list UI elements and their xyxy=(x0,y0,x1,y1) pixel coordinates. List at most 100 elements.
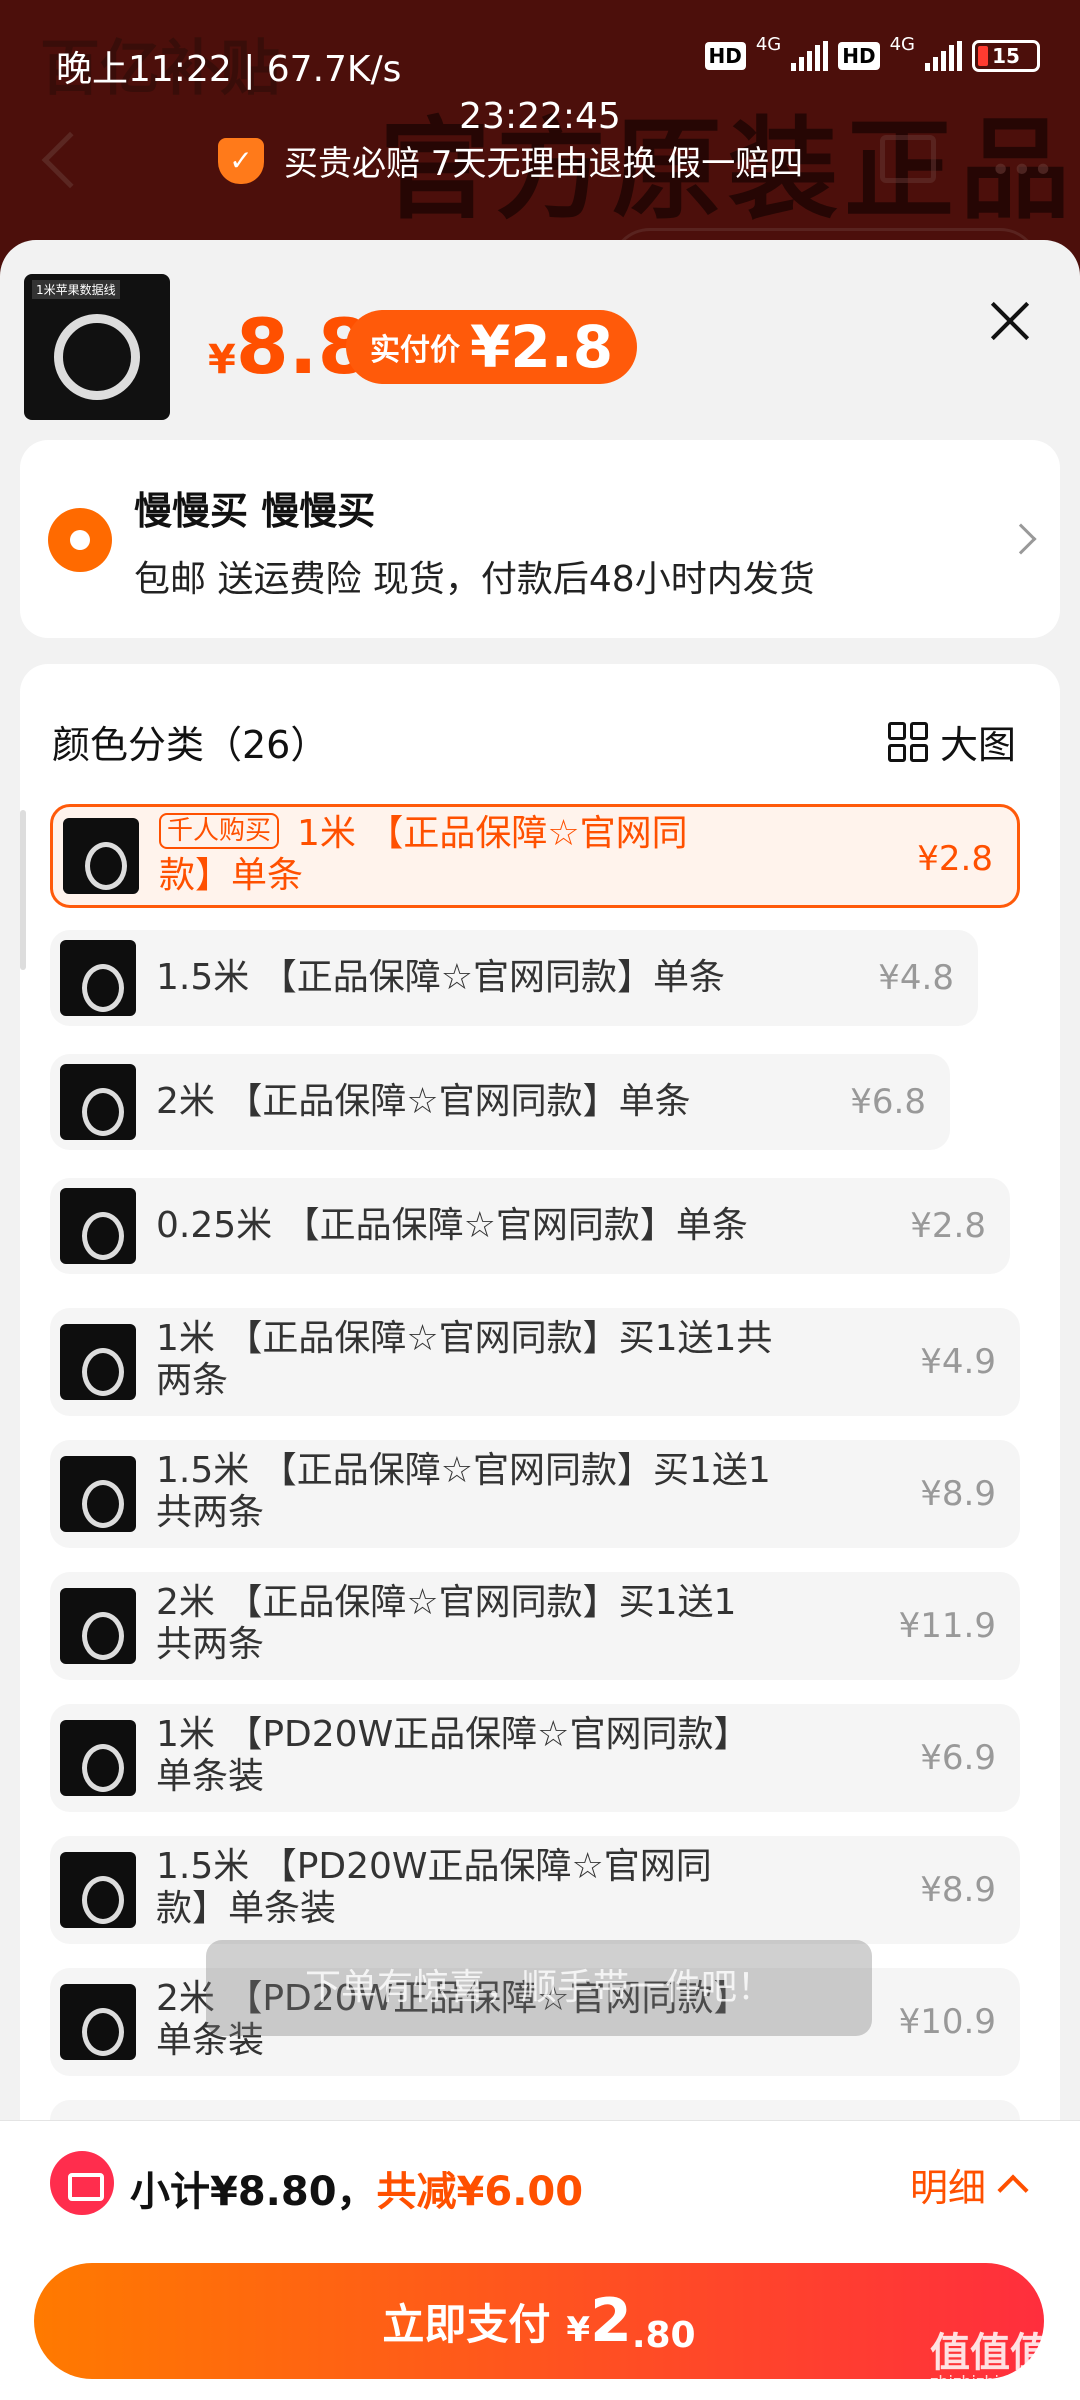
options-title: 颜色分类（26） xyxy=(52,723,329,767)
option-price: ¥11.9 xyxy=(898,1606,996,1646)
option-label-line2: 共两条 xyxy=(156,1492,265,1533)
option-thumbnail xyxy=(60,1064,136,1140)
big-view-label: 大图 xyxy=(940,723,1017,767)
option-label-line2: 两条 xyxy=(156,1360,229,1401)
option-label-line1: 1.5米 【PD20W正品保障☆官网同 xyxy=(156,1846,712,1887)
sku-selector-sheet: 1米苹果数据线 ¥8.8 实付价 ¥2.8 慢慢买 慢慢买 包邮 送运费险 现货… xyxy=(0,240,1080,2120)
watermark-url: zhizhizhi.com xyxy=(930,2372,1039,2391)
option-item[interactable]: 千人购买 1米 【正品保障☆官网同 款】单条 ¥2.8 xyxy=(50,804,1020,908)
option-price: ¥2.8 xyxy=(917,839,993,879)
network-type-2: 4G xyxy=(889,33,915,55)
option-price: ¥4.9 xyxy=(920,1342,996,1382)
details-label: 明细 xyxy=(910,2166,987,2210)
option-item[interactable]: 1.5米 【正品保障☆官网同款】单条 ¥4.8 xyxy=(50,930,978,1026)
option-label: 1.5米 【正品保障☆官网同款】单条 xyxy=(156,957,725,998)
network-type-1: 4G xyxy=(755,33,782,55)
sheet-header: 1米苹果数据线 ¥8.8 实付价 ¥2.8 xyxy=(0,240,1080,440)
option-price: ¥10.9 xyxy=(898,2002,996,2042)
chevron-up-icon xyxy=(997,2173,1029,2206)
paid-price-value: ¥2.8 xyxy=(470,313,614,381)
hd-badge-1: HD xyxy=(704,42,746,70)
pay-currency: ¥ xyxy=(566,2310,591,2350)
battery-icon: 15 xyxy=(972,40,1040,72)
option-label: 1.5米 【PD20W正品保障☆官网同 款】单条装 xyxy=(156,1846,712,1930)
discount-amount: 共减¥6.00 xyxy=(376,2169,584,2215)
bottom-bar: 小计¥8.80，共减¥6.00 明细 立即支付 ¥2.80 xyxy=(0,2120,1080,2400)
option-label: 0.25米 【正品保障☆官网同款】单条 xyxy=(156,1205,748,1246)
option-price: ¥8.9 xyxy=(920,1474,996,1514)
option-thumbnail xyxy=(60,1984,136,2060)
pay-amount-integer: 2 xyxy=(590,2286,632,2356)
option-item[interactable]: 1米 【PD20W正品保障☆官网同款】 单条装 ¥6.9 xyxy=(50,1704,1020,1812)
location-pin-icon xyxy=(48,508,112,572)
option-thumbnail xyxy=(60,1852,136,1928)
option-label: 1米 【正品保障☆官网同款】买1送1共 两条 xyxy=(156,1318,772,1402)
option-label-line2: 款】单条 xyxy=(159,855,304,896)
signal-bars-icon xyxy=(791,41,829,71)
option-thumbnail xyxy=(60,1188,136,1264)
option-thumbnail xyxy=(60,940,136,1016)
status-icons: HD 4G HD 4G 15 xyxy=(704,34,1040,72)
option-item-partial[interactable] xyxy=(50,2100,1020,2120)
thumbnail-tag: 1米苹果数据线 xyxy=(32,280,120,299)
shield-check-icon: ✓ xyxy=(218,137,264,184)
pay-amount: ¥2.80 xyxy=(566,2286,695,2356)
option-label-line1: 1米 【正品保障☆官网同款】买1送1共 xyxy=(156,1318,773,1359)
details-button[interactable]: 明细 xyxy=(910,2157,1029,2212)
close-icon[interactable] xyxy=(990,300,1030,340)
battery-percent: 15 xyxy=(992,44,1020,68)
guarantee-text: 买贵必赔 7天无理由退换 假一赔四 xyxy=(284,144,804,184)
big-view-button[interactable]: 大图 xyxy=(888,714,1016,769)
options-card: 颜色分类（26） 大图 千人购买 1米 【正品保障☆官网同 款】单条 ¥2.8 1.… xyxy=(20,664,1060,2120)
option-thumbnail xyxy=(60,1324,136,1400)
pay-now-button[interactable]: 立即支付 ¥2.80 xyxy=(34,2263,1044,2379)
option-label: 千人购买 1米 【正品保障☆官网同 款】单条 xyxy=(159,813,688,897)
pay-amount-decimal: .80 xyxy=(631,2315,696,2356)
option-item[interactable]: 0.25米 【正品保障☆官网同款】单条 ¥2.8 xyxy=(50,1178,1010,1274)
clock-overlay: 23:22:45 xyxy=(459,96,621,137)
option-thumbnail xyxy=(63,818,139,894)
option-item[interactable]: 2米 【正品保障☆官网同款】单条 ¥6.8 xyxy=(50,1054,950,1150)
coupon-icon xyxy=(50,2151,114,2215)
option-label: 2米 【正品保障☆官网同款】单条 xyxy=(156,1081,691,1122)
option-price: ¥6.8 xyxy=(850,1082,926,1122)
option-item[interactable]: 1.5米 【PD20W正品保障☆官网同 款】单条装 ¥8.9 xyxy=(50,1836,1020,1944)
address-card[interactable]: 慢慢买 慢慢买 包邮 送运费险 现货，付款后48小时内发货 xyxy=(20,440,1060,638)
subtotal-amount: 小计¥8.80， xyxy=(130,2169,377,2215)
option-label-line1: 1.5米 【正品保障☆官网同款】买1送1 xyxy=(156,1450,771,1491)
watermark-logo: 值值值 xyxy=(930,2330,1050,2376)
option-item[interactable]: 2米 【正品保障☆官网同款】买1送1 共两条 ¥11.9 xyxy=(50,1572,1020,1680)
option-label: 1米 【PD20W正品保障☆官网同款】 单条装 xyxy=(156,1714,749,1798)
grid-view-icon xyxy=(888,721,928,762)
option-item[interactable]: 1.5米 【正品保障☆官网同款】买1送1 共两条 ¥8.9 xyxy=(50,1440,1020,1548)
option-label-line1: 1米 【PD20W正品保障☆官网同款】 xyxy=(156,1714,750,1755)
pay-label: 立即支付 xyxy=(382,2299,551,2349)
option-label-line1: 1米 【正品保障☆官网同 xyxy=(297,813,688,854)
hd-badge-2: HD xyxy=(838,42,880,70)
option-price: ¥4.8 xyxy=(878,958,954,998)
paid-price-badge: 实付价 ¥2.8 xyxy=(346,310,638,384)
paid-price-label: 实付价 xyxy=(370,333,460,368)
option-thumbnail xyxy=(60,1456,136,1532)
option-thumbnail xyxy=(60,1720,136,1796)
option-item[interactable]: 1米 【正品保障☆官网同款】买1送1共 两条 ¥4.9 xyxy=(50,1308,1020,1416)
option-label-line2: 单条装 xyxy=(156,1756,265,1797)
option-label: 1.5米 【正品保障☆官网同款】买1送1 共两条 xyxy=(156,1450,771,1534)
option-label: 2米 【正品保障☆官网同款】买1送1 共两条 xyxy=(156,1582,736,1666)
option-price: ¥2.8 xyxy=(910,1206,986,1246)
option-thumbnail xyxy=(60,1588,136,1664)
option-price: ¥8.9 xyxy=(920,1870,996,1910)
hot-tag: 千人购买 xyxy=(159,813,280,849)
address-name: 慢慢买 慢慢买 xyxy=(134,489,376,533)
subtotal: 小计¥8.80，共减¥6.00 xyxy=(130,2159,583,2217)
option-label-line2: 款】单条装 xyxy=(156,1888,337,1929)
product-thumbnail[interactable]: 1米苹果数据线 xyxy=(24,274,170,420)
price-currency: ¥ xyxy=(208,337,236,383)
option-label-line2: 共两条 xyxy=(156,1624,265,1665)
toast-message: 下单有惊喜，顺手带一件吧！ xyxy=(206,1940,872,2036)
guarantee-banner: ✓ 买贵必赔 7天无理由退换 假一赔四 xyxy=(218,136,803,185)
scroll-indicator xyxy=(20,810,26,970)
address-description: 包邮 送运费险 现货，付款后48小时内发货 xyxy=(134,559,815,600)
cable-coil-icon xyxy=(54,314,140,400)
option-label-line1: 2米 【正品保障☆官网同款】买1送1 xyxy=(156,1582,737,1623)
